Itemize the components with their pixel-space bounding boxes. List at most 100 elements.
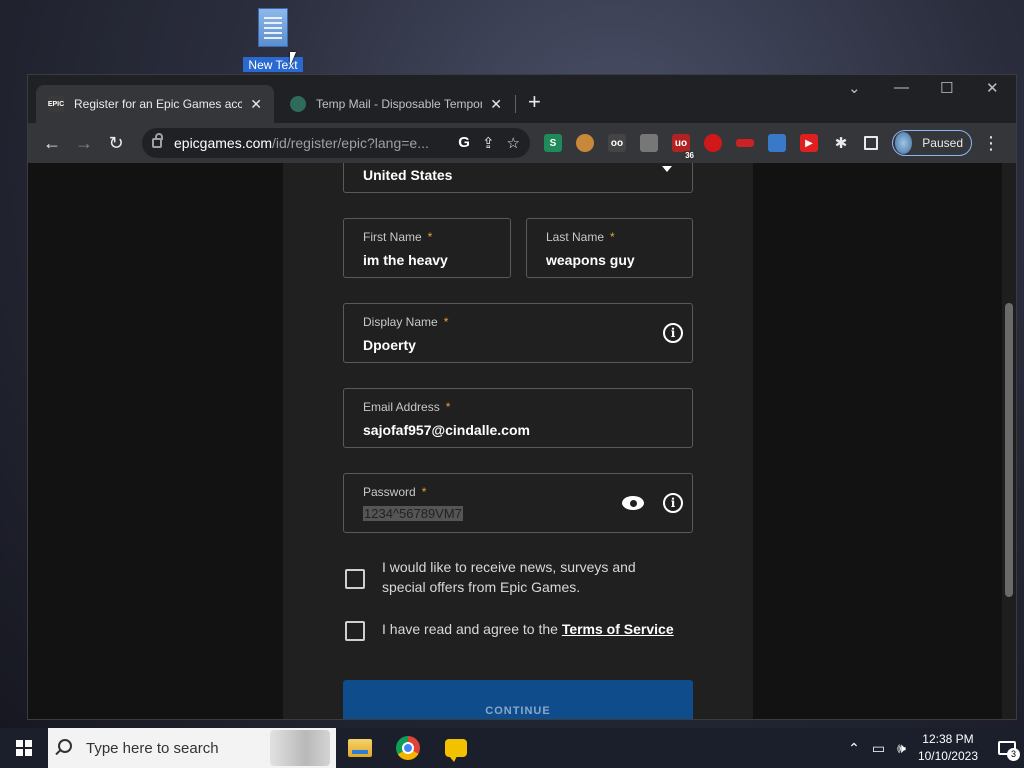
register-form-panel: United States First Name * im the heavy L… — [283, 163, 753, 719]
text-file-icon — [258, 8, 288, 47]
volume-icon[interactable]: 🕪 — [897, 740, 906, 757]
password-label: Password — [363, 485, 416, 499]
required-mark: * — [445, 400, 451, 414]
display-name-field[interactable]: Display Name * Dpoerty i — [343, 303, 693, 363]
first-name-value: im the heavy — [363, 252, 448, 268]
page-viewport: United States First Name * im the heavy L… — [28, 163, 1016, 719]
required-mark: * — [443, 315, 449, 329]
chat-icon — [445, 739, 467, 762]
password-field[interactable]: Password * 1234^56789VM7 i — [343, 473, 693, 533]
file-explorer-button[interactable] — [336, 728, 384, 768]
folder-icon — [348, 739, 372, 757]
tab-epic-register[interactable]: EPIC Register for an Epic Games account … — [36, 85, 274, 123]
continue-button[interactable]: CONTINUE — [343, 680, 693, 719]
url-host: epicgames.com — [174, 135, 273, 151]
start-button[interactable] — [0, 728, 48, 768]
network-icon[interactable]: ▭ — [872, 740, 885, 757]
minimize-button[interactable]: — — [894, 79, 909, 96]
chevron-up-icon[interactable]: ⌃ — [848, 740, 860, 757]
search-icon — [58, 739, 72, 753]
address-bar[interactable]: epicgames.com/id/register/epic?lang=e...… — [142, 128, 530, 158]
chat-app-button[interactable] — [432, 728, 480, 768]
profile-status: Paused — [922, 136, 963, 150]
maximize-button[interactable]: ☐ — [940, 79, 953, 97]
windows-logo-icon — [16, 740, 32, 756]
menu-dots-icon[interactable]: ⋮ — [982, 133, 1000, 154]
notification-count: 3 — [1007, 748, 1020, 761]
new-tab-button[interactable]: + — [528, 89, 548, 115]
tab-title: Temp Mail - Disposable Temporary Email — [316, 97, 482, 111]
eye-icon[interactable] — [622, 496, 644, 510]
tab-search-dropdown-icon[interactable]: ⌄ — [848, 79, 861, 97]
extension-image-icon[interactable] — [768, 134, 786, 152]
tos-checkbox[interactable] — [345, 621, 365, 641]
search-highlight-image — [270, 730, 330, 766]
chrome-taskbar-button[interactable] — [384, 728, 432, 768]
tab-close-icon[interactable]: ✕ — [250, 96, 262, 113]
close-window-button[interactable]: ✕ — [986, 79, 999, 97]
taskbar-search-box[interactable]: Type here to search — [48, 728, 336, 768]
password-value: 1234^56789VM7 — [363, 506, 463, 521]
chevron-down-icon — [662, 166, 672, 172]
tab-title: Register for an Epic Games account — [74, 97, 243, 111]
email-field[interactable]: Email Address * sajofaf957@cindalle.com — [343, 388, 693, 448]
extension-oo-icon[interactable]: oo — [608, 134, 626, 152]
notification-center-button[interactable]: 3 — [990, 728, 1024, 768]
search-placeholder: Type here to search — [86, 739, 219, 757]
extension-badge: 36 — [683, 151, 696, 160]
clock-date: 10/10/2023 — [917, 749, 978, 763]
tos-prefix: I have read and agree to the — [382, 621, 558, 637]
avatar — [895, 132, 913, 154]
tab-strip: EPIC Register for an Epic Games account … — [28, 75, 1016, 123]
chrome-icon — [396, 736, 420, 760]
scrollbar-thumb[interactable] — [1005, 303, 1013, 597]
extension-youtube-icon[interactable]: ▶ — [800, 134, 818, 152]
email-label: Email Address — [363, 400, 440, 414]
reload-button[interactable]: ↻ — [102, 129, 130, 157]
clock[interactable]: 12:38 PM 10/10/2023 — [918, 731, 978, 765]
extension-red-icon[interactable] — [704, 134, 722, 152]
terms-of-service-link[interactable]: Terms of Service — [562, 621, 674, 637]
extension-ublock-icon[interactable]: uo 36 — [672, 134, 696, 160]
news-checkbox[interactable] — [345, 569, 365, 589]
display-name-value: Dpoerty — [363, 337, 416, 353]
last-name-field[interactable]: Last Name * weapons guy — [526, 218, 693, 278]
scrollbar-track[interactable] — [1002, 163, 1016, 719]
last-name-label: Last Name — [546, 230, 605, 244]
country-value: United States — [363, 167, 453, 183]
temp-mail-favicon-icon — [290, 96, 306, 112]
google-lens-icon[interactable]: G — [458, 134, 470, 152]
back-button[interactable]: ← — [38, 129, 66, 157]
required-mark: * — [610, 230, 615, 244]
tab-temp-mail[interactable]: Temp Mail - Disposable Temporary Email ✕ — [278, 85, 514, 123]
url-text[interactable]: epicgames.com/id/register/epic?lang=e... — [174, 135, 452, 151]
tab-close-icon[interactable]: ✕ — [490, 96, 502, 113]
browser-window: EPIC Register for an Epic Games account … — [27, 74, 1017, 720]
side-panel-icon[interactable] — [864, 136, 878, 150]
first-name-field[interactable]: First Name * im the heavy — [343, 218, 511, 278]
news-line-2: special offers from Epic Games. — [382, 579, 581, 595]
url-path: /id/register/epic?lang=e... — [272, 135, 429, 151]
info-icon[interactable]: i — [663, 493, 683, 513]
extension-banner-icon[interactable] — [736, 139, 754, 147]
extension-cookie-icon[interactable] — [576, 134, 594, 152]
clock-time: 12:38 PM — [922, 732, 974, 746]
epic-games-favicon-icon: EPIC — [48, 96, 64, 112]
email-value: sajofaf957@cindalle.com — [363, 422, 530, 438]
forward-button[interactable]: → — [70, 129, 98, 157]
required-mark: * — [421, 485, 427, 499]
profile-button[interactable]: Paused — [892, 130, 972, 156]
news-line-1: I would like to receive news, surveys an… — [382, 559, 636, 575]
taskbar: Type here to search ⌃ ▭ 🕪 12:38 PM 10/10… — [0, 728, 1024, 768]
share-icon[interactable]: ⇪ — [482, 134, 495, 152]
tab-divider — [515, 95, 516, 113]
country-select[interactable]: United States — [343, 163, 693, 193]
browser-toolbar: ← → ↻ epicgames.com/id/register/epic?lan… — [28, 123, 1016, 163]
mouse-cursor-icon — [290, 52, 296, 66]
extension-s-icon[interactable]: S — [544, 134, 562, 152]
bookmark-star-icon[interactable]: ☆ — [507, 134, 520, 152]
extension-gray-icon[interactable] — [640, 134, 658, 152]
info-icon[interactable]: i — [663, 323, 683, 343]
extensions-puzzle-icon[interactable]: ✱ — [832, 134, 850, 152]
lock-icon[interactable] — [152, 133, 163, 148]
